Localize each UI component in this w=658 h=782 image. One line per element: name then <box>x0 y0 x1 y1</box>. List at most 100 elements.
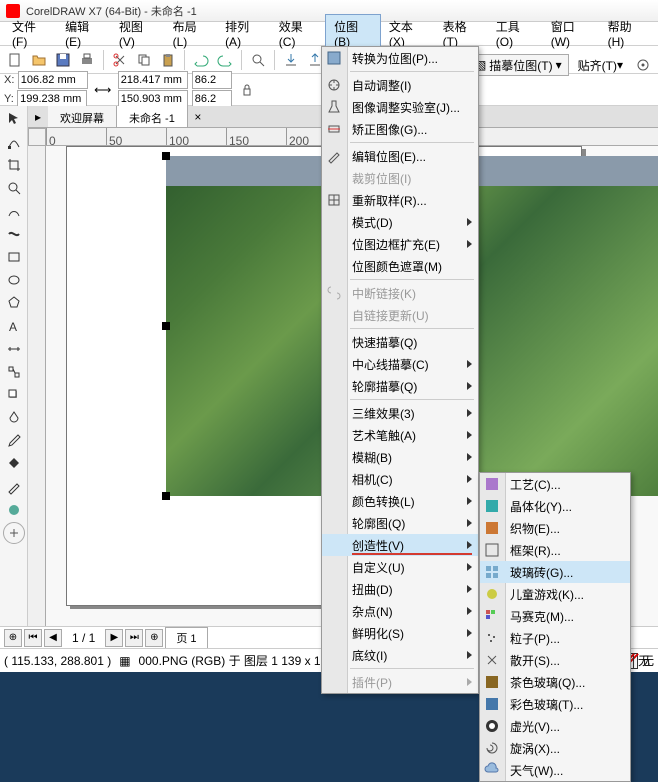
creative-item-3[interactable]: 框架(R)... <box>480 539 630 561</box>
import-button[interactable] <box>280 49 302 71</box>
creative-item-11[interactable]: 虚光(V)... <box>480 715 630 737</box>
outline-pen-tool[interactable] <box>3 476 25 498</box>
menu-9[interactable]: 工具(O) <box>488 15 543 52</box>
bitmap-menu-item-20[interactable]: 三维效果(3) <box>322 402 478 424</box>
bitmap-menu-item-9[interactable]: 模式(D) <box>322 211 478 233</box>
bitmap-menu-item-8[interactable]: 重新取样(R)... <box>322 189 478 211</box>
menu-3[interactable]: 布局(L) <box>165 15 217 52</box>
transparency-tool[interactable] <box>3 407 25 429</box>
ellipse-tool[interactable] <box>3 269 25 291</box>
bitmap-menu-item-4[interactable]: 矫正图像(G)... <box>322 118 478 140</box>
creative-item-6[interactable]: 马赛克(M)... <box>480 605 630 627</box>
save-button[interactable] <box>52 49 74 71</box>
page-tab[interactable]: 页 1 <box>165 627 207 649</box>
bitmap-menu-item-28[interactable]: 扭曲(D) <box>322 578 478 600</box>
options-button[interactable] <box>632 54 654 76</box>
creative-item-4[interactable]: 玻璃砖(G)... <box>480 561 630 583</box>
bitmap-menu-item-17[interactable]: 中心线描摹(C) <box>322 353 478 375</box>
lock-ratio-button[interactable] <box>236 79 258 101</box>
first-page-button[interactable]: ⏮ <box>24 629 42 647</box>
crop-tool[interactable] <box>3 154 25 176</box>
parallel-dim-tool[interactable] <box>3 338 25 360</box>
bitmap-menu-item-11[interactable]: 位图颜色遮罩(M) <box>322 255 478 277</box>
open-button[interactable] <box>28 49 50 71</box>
bitmap-menu-item-18[interactable]: 轮廓描摹(Q) <box>322 375 478 397</box>
bitmap-menu-item-23[interactable]: 相机(C) <box>322 468 478 490</box>
creative-item-8[interactable]: 散开(S)... <box>480 649 630 671</box>
scale-x-field[interactable]: 86.2 <box>192 71 232 89</box>
text-tool[interactable]: A <box>3 315 25 337</box>
bitmap-menu-item-26[interactable]: 创造性(V) <box>322 534 478 556</box>
bitmap-menu-item-25[interactable]: 轮廓图(Q) <box>322 512 478 534</box>
bitmap-menu-item-27[interactable]: 自定义(U) <box>322 556 478 578</box>
tab-nav-button[interactable]: ▸ <box>28 106 48 127</box>
sel-handle-w[interactable] <box>162 322 170 330</box>
polygon-tool[interactable] <box>3 292 25 314</box>
ruler-vertical[interactable] <box>28 146 46 626</box>
bitmap-menu-item-6[interactable]: 编辑位图(E)... <box>322 145 478 167</box>
creative-item-10[interactable]: 彩色玻璃(T)... <box>480 693 630 715</box>
shape-tool[interactable] <box>3 131 25 153</box>
menu-11[interactable]: 帮助(H) <box>600 15 654 52</box>
bitmap-menu-item-21[interactable]: 艺术笔触(A) <box>322 424 478 446</box>
bitmap-menu-item-2[interactable]: 自动调整(I) <box>322 74 478 96</box>
eyedropper-tool[interactable] <box>3 430 25 452</box>
bitmap-menu-item-30[interactable]: 鲜明化(S) <box>322 622 478 644</box>
redo-button[interactable] <box>214 49 236 71</box>
sel-handle-nw[interactable] <box>162 152 170 160</box>
search-button[interactable] <box>247 49 269 71</box>
add-page-button[interactable]: ⊕ <box>4 629 22 647</box>
prev-page-button[interactable]: ◀ <box>44 629 62 647</box>
creative-item-2[interactable]: 织物(E)... <box>480 517 630 539</box>
menu-4[interactable]: 排列(A) <box>217 15 271 52</box>
creative-item-5[interactable]: 儿童游戏(K)... <box>480 583 630 605</box>
add-page-after-button[interactable]: ⊕ <box>145 629 163 647</box>
artistic-media-tool[interactable] <box>3 223 25 245</box>
interactive-fill-tool[interactable] <box>3 453 25 475</box>
connector-tool[interactable] <box>3 361 25 383</box>
freehand-tool[interactable] <box>3 200 25 222</box>
outline-bitmap-button[interactable]: ▧描摹位图(T)▾ <box>468 54 569 76</box>
lock-position-icon[interactable]: ⟷ <box>92 79 114 101</box>
print-button[interactable] <box>76 49 98 71</box>
creative-item-13[interactable]: 天气(W)... <box>480 759 630 781</box>
menu-0[interactable]: 文件(F) <box>4 15 57 52</box>
creative-item-7[interactable]: 粒子(P)... <box>480 627 630 649</box>
tab-close-button[interactable]: × <box>188 106 208 127</box>
bitmap-menu-item-31[interactable]: 底纹(I) <box>322 644 478 666</box>
sel-handle-sw[interactable] <box>162 492 170 500</box>
last-page-button[interactable]: ⏭ <box>125 629 143 647</box>
width-field[interactable]: 218.417 mm <box>118 71 188 89</box>
undo-button[interactable] <box>190 49 212 71</box>
smart-fill-tool[interactable] <box>3 499 25 521</box>
tab-document[interactable]: 未命名 -1 <box>117 106 188 127</box>
tab-welcome[interactable]: 欢迎屏幕 <box>48 106 117 127</box>
bitmap-menu-item-24[interactable]: 颜色转换(L) <box>322 490 478 512</box>
bitmap-menu-item-29[interactable]: 杂点(N) <box>322 600 478 622</box>
bitmap-menu-item-16[interactable]: 快速描摹(Q) <box>322 331 478 353</box>
creative-item-0[interactable]: 工艺(C)... <box>480 473 630 495</box>
bitmap-menu-item-0[interactable]: 转换为位图(P)... <box>322 47 478 69</box>
menu-2[interactable]: 视图(V) <box>111 15 165 52</box>
menu-5[interactable]: 效果(C) <box>271 15 325 52</box>
cut-button[interactable] <box>109 49 131 71</box>
next-page-button[interactable]: ▶ <box>105 629 123 647</box>
x-field[interactable]: 106.82 mm <box>18 71 88 89</box>
new-button[interactable] <box>4 49 26 71</box>
zoom-tool[interactable] <box>3 177 25 199</box>
bitmap-menu-item-10[interactable]: 位图边框扩充(E) <box>322 233 478 255</box>
creative-item-9[interactable]: 茶色玻璃(Q)... <box>480 671 630 693</box>
quick-customize[interactable] <box>3 522 25 544</box>
creative-item-1[interactable]: 晶体化(Y)... <box>480 495 630 517</box>
ruler-origin[interactable] <box>28 128 46 146</box>
paste-button[interactable] <box>157 49 179 71</box>
menu-1[interactable]: 编辑(E) <box>57 15 111 52</box>
drop-shadow-tool[interactable] <box>3 384 25 406</box>
creative-item-12[interactable]: 旋涡(X)... <box>480 737 630 759</box>
snap-button[interactable]: 贴齐(T) ▾ <box>573 54 628 76</box>
bitmap-menu-item-22[interactable]: 模糊(B) <box>322 446 478 468</box>
copy-button[interactable] <box>133 49 155 71</box>
pick-tool[interactable] <box>3 108 25 130</box>
bitmap-menu-item-3[interactable]: 图像调整实验室(J)... <box>322 96 478 118</box>
menu-10[interactable]: 窗口(W) <box>543 15 600 52</box>
